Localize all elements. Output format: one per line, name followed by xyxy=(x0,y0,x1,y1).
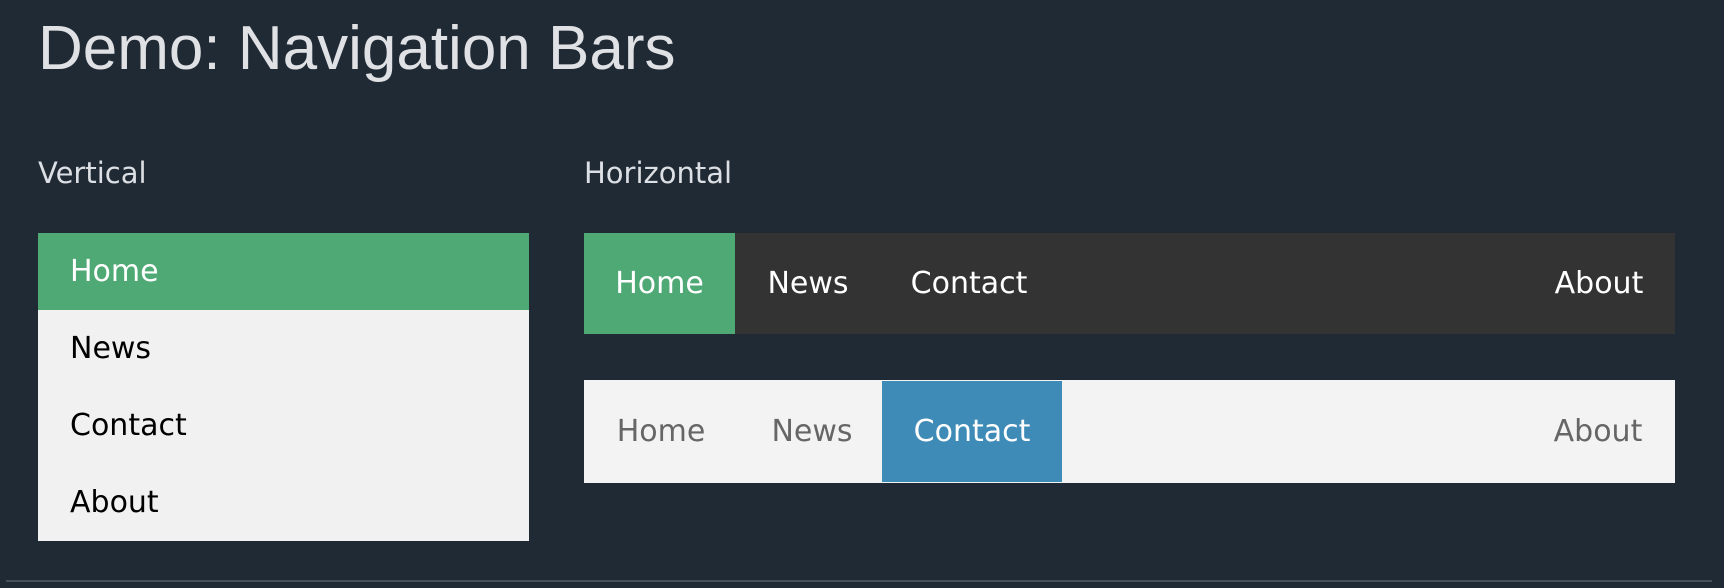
dark-nav-item-contact[interactable]: Contact xyxy=(881,233,1057,334)
light-nav-item-home[interactable]: Home xyxy=(584,380,738,483)
vertical-nav: Home News Contact About xyxy=(38,233,529,541)
bottom-divider xyxy=(6,580,1712,582)
horizontal-nav-dark: Home News Contact About xyxy=(584,233,1675,334)
dark-nav-item-home[interactable]: Home xyxy=(584,233,735,334)
vertical-nav-item-home[interactable]: Home xyxy=(38,233,529,310)
light-nav-item-news[interactable]: News xyxy=(738,380,886,483)
light-nav-item-contact[interactable]: Contact xyxy=(882,381,1062,482)
vertical-nav-item-about[interactable]: About xyxy=(38,464,529,541)
vertical-nav-item-news[interactable]: News xyxy=(38,310,529,387)
vertical-section-heading: Vertical xyxy=(38,156,147,190)
horizontal-nav-light: Home News Contact About xyxy=(584,380,1675,483)
page-title: Demo: Navigation Bars xyxy=(38,14,676,83)
horizontal-section-heading: Horizontal xyxy=(584,156,733,190)
light-nav-item-about[interactable]: About xyxy=(1521,380,1675,483)
dark-nav-item-about[interactable]: About xyxy=(1523,233,1675,334)
dark-nav-item-news[interactable]: News xyxy=(735,233,881,334)
vertical-nav-item-contact[interactable]: Contact xyxy=(38,387,529,464)
